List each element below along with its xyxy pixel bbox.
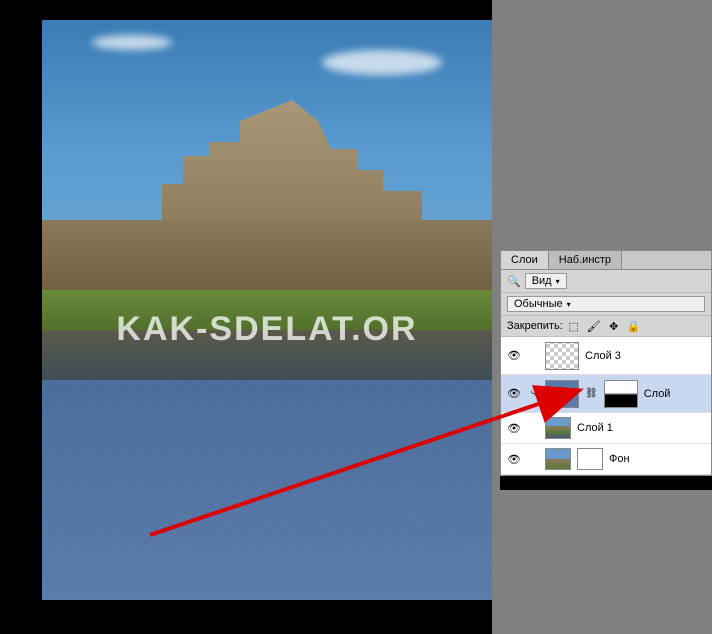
search-icon[interactable]: 🔍 xyxy=(507,275,521,288)
canvas-water xyxy=(42,380,492,600)
background-right xyxy=(500,0,712,250)
clip-indicator-icon: ⤷ xyxy=(529,387,539,400)
filter-label: Вид xyxy=(532,275,552,287)
lock-pixels-icon[interactable]: 🖌 xyxy=(587,319,601,333)
background-strip xyxy=(492,0,500,634)
visibility-toggle-icon[interactable]: 👁 xyxy=(505,453,523,466)
layer-mask-thumbnail[interactable] xyxy=(604,380,638,408)
layers-panel: Слои Наб.инстр 🔍 Вид Обычные Закрепить: … xyxy=(500,250,712,476)
canvas-cloud xyxy=(92,35,172,50)
layer-row[interactable]: 👁 Слой 1 xyxy=(501,413,711,444)
document-canvas[interactable]: KAK-SDELAT.OR xyxy=(42,20,492,600)
lock-label: Закрепить: xyxy=(507,320,563,332)
layer-thumbnail[interactable] xyxy=(545,380,579,408)
layer-thumbnail[interactable] xyxy=(545,342,579,370)
tab-toolsets[interactable]: Наб.инстр xyxy=(549,251,622,269)
visibility-toggle-icon[interactable]: 👁 xyxy=(505,422,523,435)
blend-mode-dropdown[interactable]: Обычные xyxy=(507,296,705,312)
layer-thumbnail[interactable] xyxy=(545,448,571,470)
filter-dropdown[interactable]: Вид xyxy=(525,273,567,289)
layer-row[interactable]: 👁 Слой 3 xyxy=(501,337,711,375)
panel-tabs: Слои Наб.инстр xyxy=(501,251,711,270)
lock-all-icon[interactable]: 🔒 xyxy=(627,319,641,333)
layer-mask-thumbnail[interactable] xyxy=(577,448,603,470)
layer-name[interactable]: Слой 1 xyxy=(577,422,613,434)
layer-row[interactable]: 👁 Фон xyxy=(501,444,711,475)
layer-row[interactable]: 👁 ⤷ ⛓ Слой xyxy=(501,375,711,413)
visibility-toggle-icon[interactable]: 👁 xyxy=(505,349,523,362)
canvas-cloud xyxy=(322,50,442,75)
layer-thumbnail[interactable] xyxy=(545,417,571,439)
layer-name[interactable]: Фон xyxy=(609,453,630,465)
watermark-text: KAK-SDELAT.OR xyxy=(42,310,492,349)
lock-row: Закрепить: ⬚ 🖌 ✥ 🔒 xyxy=(501,316,711,337)
lock-transparency-icon[interactable]: ⬚ xyxy=(567,319,581,333)
layer-name[interactable]: Слой 3 xyxy=(585,350,621,362)
lock-position-icon[interactable]: ✥ xyxy=(607,319,621,333)
layers-list: 👁 Слой 3 👁 ⤷ ⛓ Слой 👁 Слой 1 👁 Фон xyxy=(501,337,711,475)
filter-row: 🔍 Вид xyxy=(501,270,711,293)
layer-name[interactable]: Слой xyxy=(644,388,671,400)
lock-icons: ⬚ 🖌 ✥ 🔒 xyxy=(567,319,641,333)
visibility-toggle-icon[interactable]: 👁 xyxy=(505,387,523,400)
background-bottom xyxy=(500,490,712,634)
blend-mode-row: Обычные xyxy=(501,293,711,316)
link-mask-icon[interactable]: ⛓ xyxy=(585,388,598,399)
blend-mode-label: Обычные xyxy=(514,298,563,310)
tab-layers[interactable]: Слои xyxy=(501,251,549,269)
